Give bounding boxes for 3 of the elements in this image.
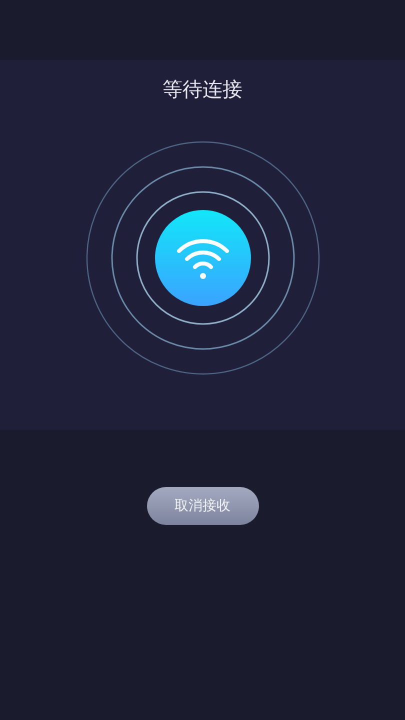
cancel-button[interactable]: 取消接收: [146, 487, 258, 525]
status-title: 等待连接: [162, 76, 242, 102]
wifi-icon: [176, 239, 228, 279]
